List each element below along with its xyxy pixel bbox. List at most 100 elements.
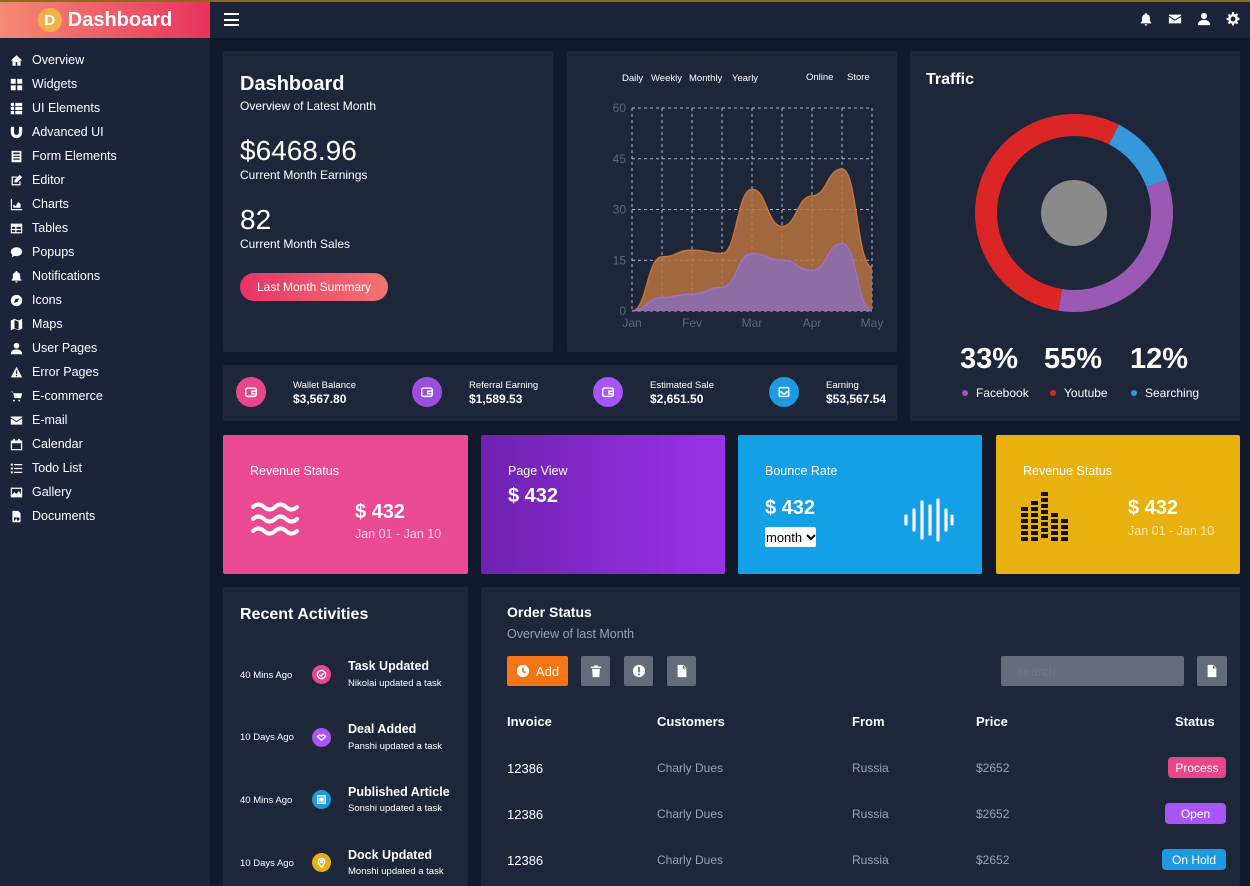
- activity-desc: Sonshi updated a task: [348, 803, 443, 814]
- area-chart: 015304560Jan Fev Mar Apr May: [613, 101, 884, 330]
- sidebar-item-ui-elements[interactable]: UI Elements: [0, 96, 210, 120]
- sidebar-item-label: Notifications: [32, 269, 101, 283]
- page-view-tile: Page View $ 432: [481, 435, 725, 574]
- gear-icon[interactable]: [1226, 12, 1240, 26]
- sidebar-item-label: E-mail: [32, 413, 68, 427]
- tile-label: Bounce Rate: [765, 464, 838, 478]
- hamburger-menu-icon[interactable]: [224, 13, 239, 26]
- sidebar-item-advanced-ui[interactable]: Advanced UI: [0, 120, 210, 144]
- table-icon: [9, 221, 23, 235]
- legend-dot: [1050, 390, 1056, 396]
- sidebar-item-user-pages[interactable]: User Pages: [0, 336, 210, 360]
- add-button[interactable]: Add: [507, 656, 568, 686]
- activity-time: 10 Days Ago: [240, 858, 294, 869]
- tile-label: Page View: [508, 464, 568, 478]
- tile-value: $ 432: [355, 501, 406, 523]
- legend-label: Searching: [1145, 386, 1200, 400]
- mail-icon[interactable]: [1168, 12, 1182, 26]
- revenue-status-tile-2: Revenue Status $ 432 Jan 01 - Jan 10: [996, 435, 1240, 574]
- sidebar-item-label: UI Elements: [32, 101, 101, 115]
- sidebar-item-notifications[interactable]: Notifications: [0, 264, 210, 288]
- activity-title: Published Article: [348, 785, 450, 799]
- searching-percent: 12%: [1130, 343, 1189, 375]
- last-month-summary-button[interactable]: Last Month Summary: [240, 273, 388, 301]
- sidebar-item-label: Todo List: [32, 461, 83, 475]
- summary-subtitle: Overview of Latest Month: [240, 99, 377, 113]
- delete-button[interactable]: [581, 656, 610, 686]
- sales-label: Current Month Sales: [240, 237, 351, 251]
- bell-icon[interactable]: [1139, 12, 1153, 26]
- sidebar-item-label: Icons: [32, 293, 62, 307]
- from-cell: Russia: [852, 761, 889, 775]
- sidebar-item-maps[interactable]: Maps: [0, 312, 210, 336]
- user-icon[interactable]: [1197, 12, 1211, 26]
- column-header-status: Status: [1175, 714, 1215, 729]
- sales-chart-card: Daily Weekly Monthly Yearly Online Store…: [567, 51, 897, 352]
- equalizer-icon: [1021, 492, 1068, 541]
- mail-icon: [9, 413, 23, 427]
- sidebar-item-error-pages[interactable]: Error Pages: [0, 360, 210, 384]
- x-tick-label: Apr: [803, 316, 822, 330]
- export-file-button[interactable]: [1197, 656, 1227, 686]
- sidebar-item-documents[interactable]: Documents: [0, 504, 210, 528]
- status-badge[interactable]: Open: [1165, 803, 1226, 824]
- sidebar-item-form-elements[interactable]: Form Elements: [0, 144, 210, 168]
- status-badge[interactable]: On Hold: [1162, 849, 1226, 870]
- stat-value: $53,567.54: [826, 392, 887, 406]
- sidebar-item-label: Calendar: [32, 437, 83, 451]
- earnings-label: Current Month Earnings: [240, 168, 368, 182]
- activity-title: Dock Updated: [348, 848, 433, 862]
- sidebar-item-todo-list[interactable]: Todo List: [0, 456, 210, 480]
- sidebar-item-label: Charts: [32, 197, 69, 211]
- file-icon: [1207, 664, 1217, 678]
- form-icon: [9, 149, 23, 163]
- brand-logo[interactable]: D Dashboard: [0, 2, 210, 38]
- traffic-donut-chart: [975, 114, 1173, 312]
- sidebar-item-editor[interactable]: Editor: [0, 168, 210, 192]
- status-badge[interactable]: Process: [1168, 757, 1226, 778]
- sidebar-item-label: User Pages: [32, 341, 98, 355]
- activity-desc: Monshi updated a task: [348, 866, 444, 877]
- sidebar-item-label: Widgets: [32, 77, 78, 91]
- sidebar-item-overview[interactable]: Overview: [0, 48, 210, 72]
- period-select[interactable]: month: [765, 527, 816, 547]
- orders-subtitle: Overview of last Month: [507, 627, 635, 641]
- customer-cell: Charly Dues: [657, 761, 724, 775]
- file-button[interactable]: [667, 656, 696, 686]
- bell-icon: [9, 269, 23, 283]
- sidebar-item-popups[interactable]: Popups: [0, 240, 210, 264]
- stat-label: Referral Earning: [469, 380, 539, 391]
- pdf-icon: [9, 509, 23, 523]
- y-tick-label: 60: [613, 101, 627, 115]
- stat-value: $1,589.53: [469, 392, 523, 406]
- sidebar-item-widgets[interactable]: Widgets: [0, 72, 210, 96]
- sidebar-item-e-commerce[interactable]: E-commerce: [0, 384, 210, 408]
- alert-button[interactable]: [624, 656, 653, 686]
- sidebar-item-gallery[interactable]: Gallery: [0, 480, 210, 504]
- sidebar-item-icons[interactable]: Icons: [0, 288, 210, 312]
- sidebar-item-tables[interactable]: Tables: [0, 216, 210, 240]
- pin-icon: [312, 853, 331, 872]
- sidebar: D Dashboard Overview Widgets UI Elements Ad…: [0, 2, 210, 886]
- tile-value: $ 432: [508, 485, 559, 507]
- legend-label: Youtube: [1064, 386, 1108, 400]
- activity-desc: Panshi updated a task: [348, 741, 443, 752]
- sidebar-item-charts[interactable]: Charts: [0, 192, 210, 216]
- chart-icon: [9, 197, 23, 211]
- sidebar-item-e-mail[interactable]: E-mail: [0, 408, 210, 432]
- sidebar-item-label: E-commerce: [32, 389, 103, 403]
- x-tick-label: Mar: [742, 316, 763, 330]
- sidebar-item-label: Tables: [32, 221, 69, 235]
- search-input[interactable]: [1001, 656, 1184, 686]
- stat-label: Wallet Balance: [293, 380, 357, 391]
- sidebar-item-label: Overview: [32, 53, 85, 67]
- y-tick-label: 30: [613, 203, 627, 217]
- stat-value: $3,567.80: [293, 392, 347, 406]
- from-cell: Russia: [852, 853, 889, 867]
- sidebar-item-label: Error Pages: [32, 365, 99, 379]
- sidebar-item-calendar[interactable]: Calendar: [0, 432, 210, 456]
- customer-cell: Charly Dues: [657, 853, 724, 867]
- wallet-icon: [412, 377, 442, 407]
- home-icon: [9, 53, 23, 67]
- sidebar-item-label: Popups: [32, 245, 75, 259]
